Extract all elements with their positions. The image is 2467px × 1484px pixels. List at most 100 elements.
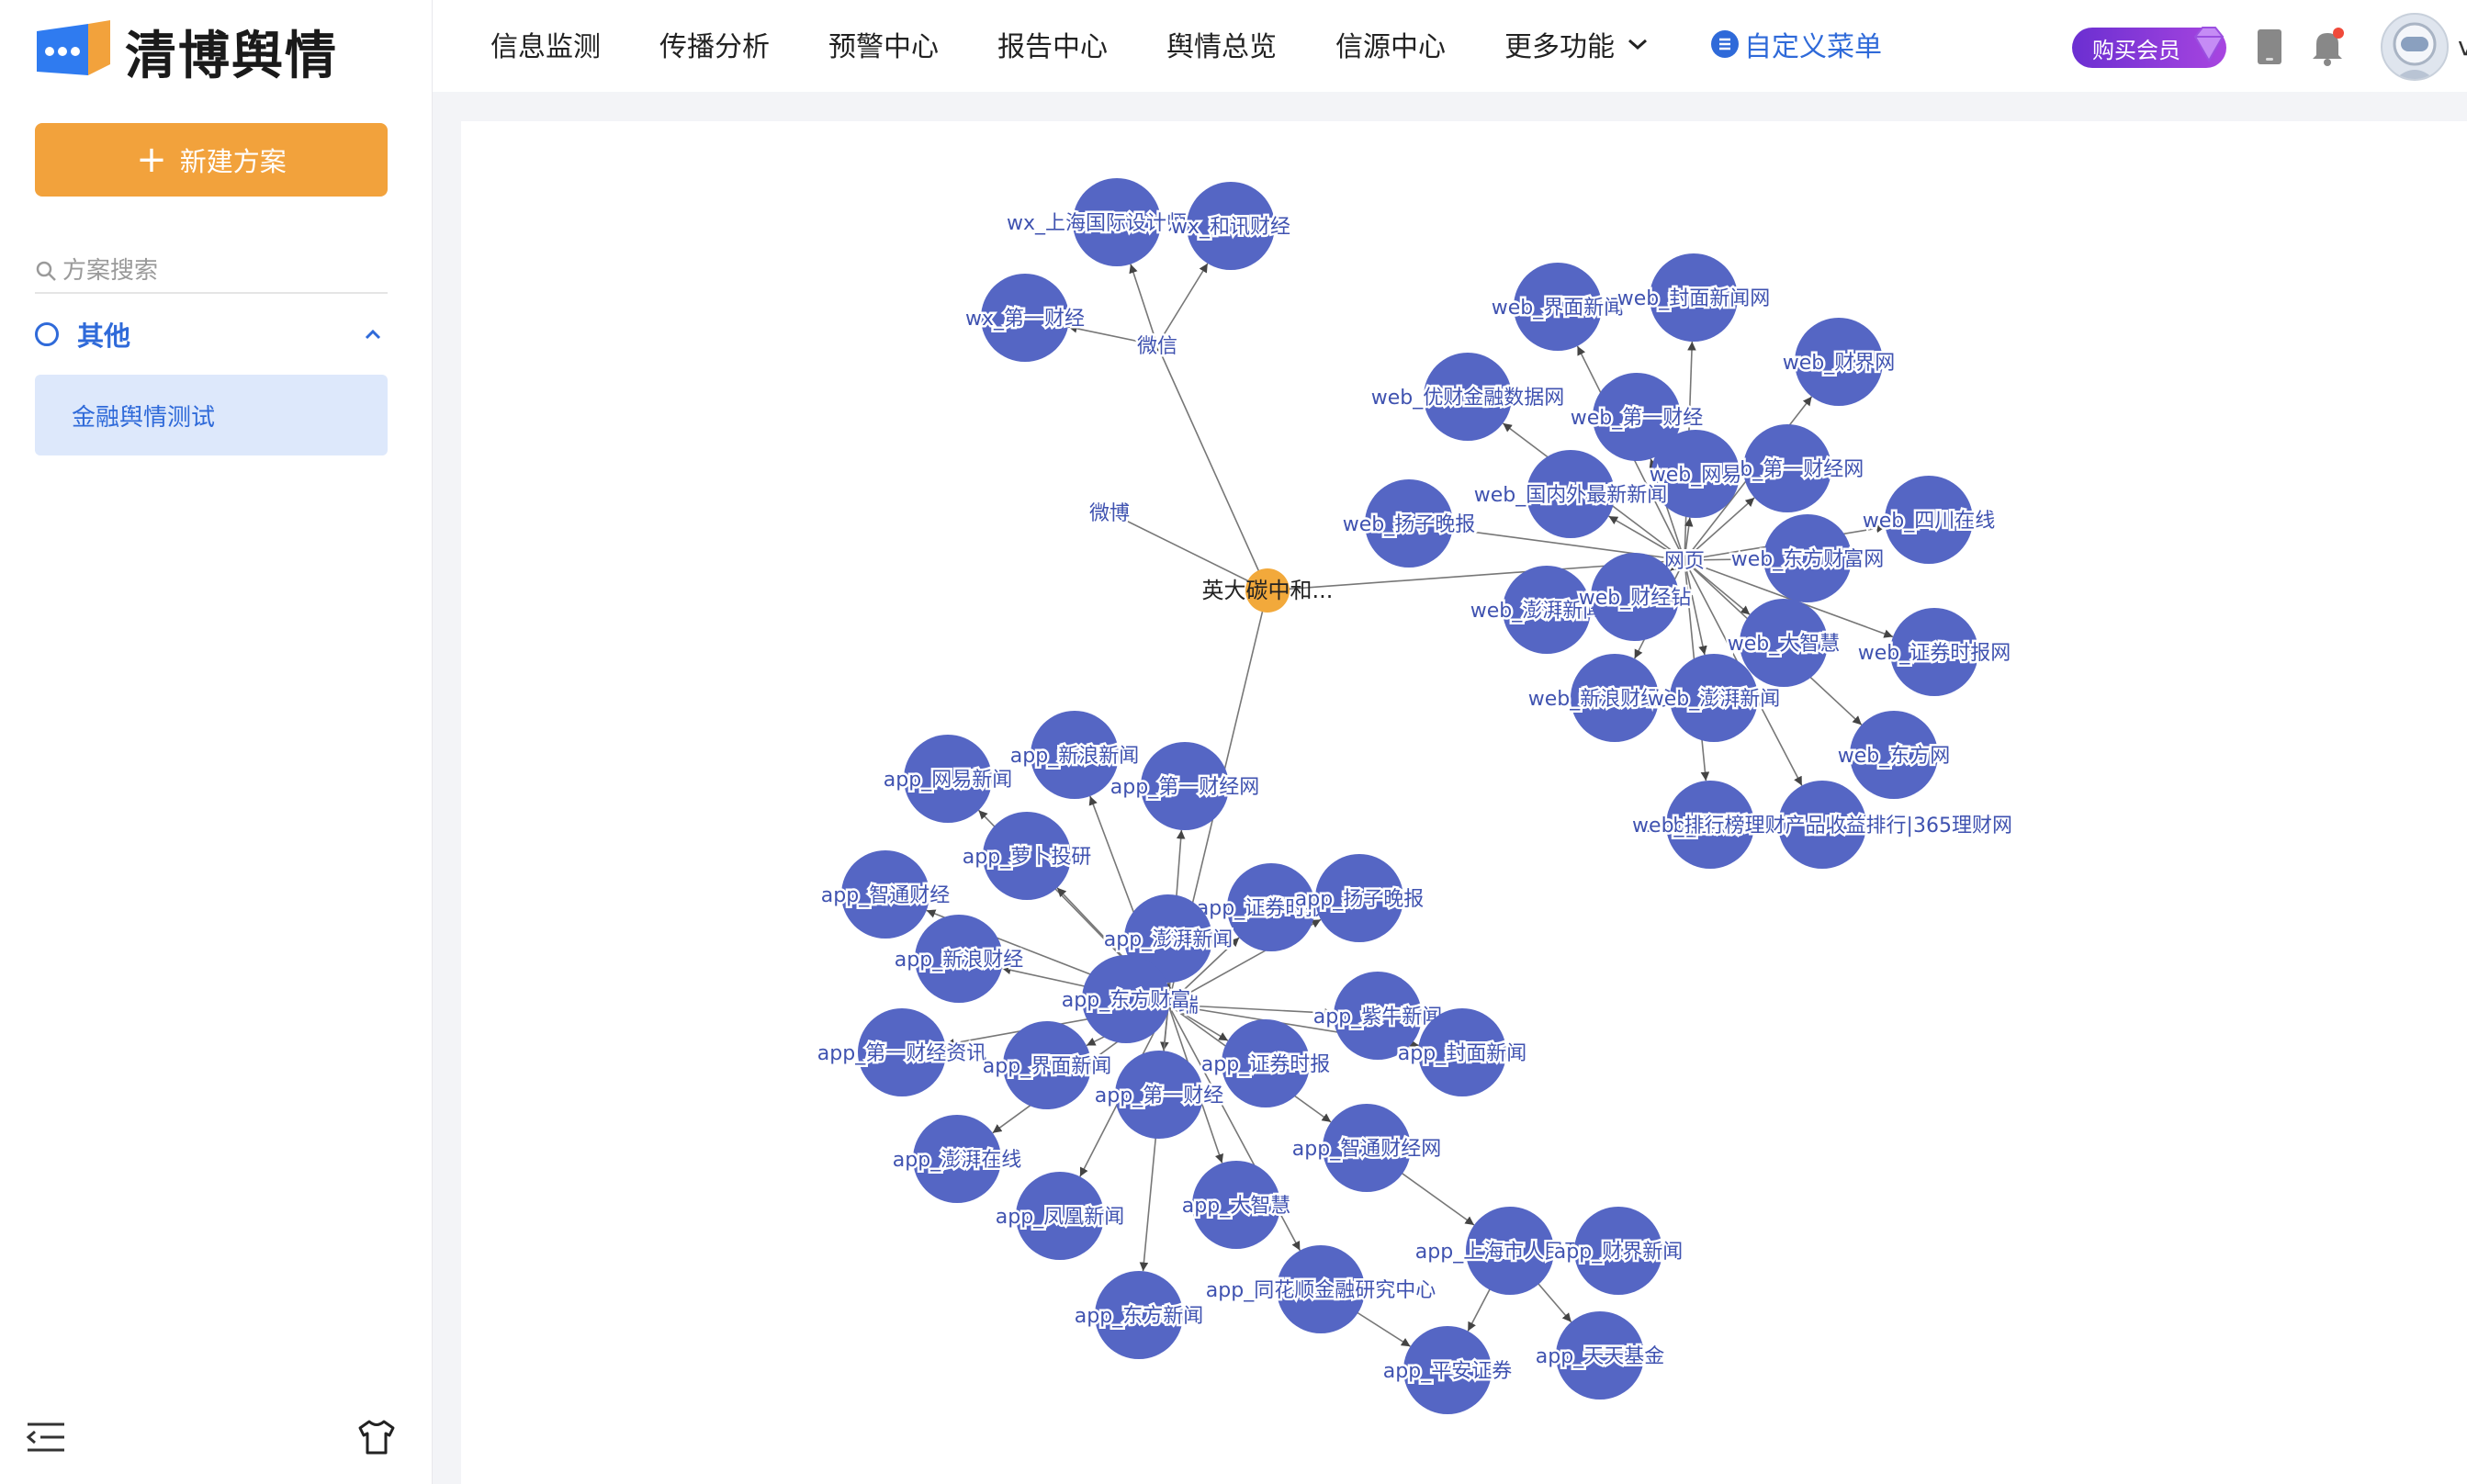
node-label: app_新浪新闻 [1010, 745, 1139, 768]
bell-icon[interactable] [2309, 26, 2346, 66]
nav-report-center[interactable]: 报告中心 [997, 24, 1108, 64]
username[interactable]: v [2458, 31, 2467, 62]
graph-node-w15[interactable]: web_证券时报网 [1855, 608, 2013, 696]
group-header-other[interactable]: 其他 [35, 312, 388, 356]
group-label: 其他 [77, 320, 131, 352]
node-label: app_证券时报 [1201, 1053, 1330, 1076]
graph-node-w11[interactable]: web_东方财富网 [1729, 514, 1887, 602]
nav-more-label: 更多功能 [1504, 31, 1615, 63]
new-plan-button[interactable]: + 新建方案 [35, 123, 388, 197]
graph-edge [1129, 264, 1158, 346]
nav-source-center[interactable]: 信源中心 [1335, 24, 1446, 64]
graph-node-a13[interactable]: app_第一财经资讯 [815, 1008, 989, 1096]
brand-logo[interactable]: 清博舆情 [33, 15, 338, 88]
node-label: app_扬子晚报 [1295, 888, 1424, 911]
node-label: app_平安证券 [1383, 1360, 1512, 1383]
graph-node-a24[interactable]: app_东方新闻 [1072, 1271, 1206, 1359]
graph-node-w4[interactable]: web_优财金融数据网 [1369, 353, 1567, 441]
custom-menu-label: 自定义菜单 [1744, 31, 1882, 63]
diamond-icon [2193, 27, 2225, 63]
node-label: web_封面新闻网 [1617, 287, 1771, 310]
graph-edge [1156, 263, 1209, 346]
sidebar: 清博舆情 + 新建方案 其他 金融舆情测试 [0, 0, 433, 1484]
node-label: app_萝卜投研 [963, 846, 1091, 869]
graph-node-wx2[interactable]: wx_和讯财经 [1168, 182, 1293, 270]
graph-node-a25[interactable]: app_平安证券 [1380, 1326, 1515, 1414]
node-label: app_澎湃新闻 [1104, 928, 1233, 951]
graph-node-weixin[interactable]: 微信 [1134, 333, 1179, 361]
node-label: app_第一财经 [1095, 1085, 1223, 1107]
node-label: app_紫牛新闻 [1313, 1006, 1442, 1029]
nav-overview[interactable]: 舆情总览 [1166, 24, 1277, 64]
graph-node-a23[interactable]: app_同花顺金融研究中心 [1203, 1245, 1438, 1333]
node-label: app_澎湃在线 [893, 1149, 1021, 1172]
plan-search-input[interactable] [62, 257, 375, 285]
graph-node-w3[interactable]: web_财界网 [1780, 318, 1898, 406]
nav-custom-menu[interactable]: 自定义菜单 [1711, 24, 1882, 64]
graph-edge [1156, 344, 1268, 591]
node-label: app_新浪财经 [895, 949, 1023, 972]
graph-node-a19[interactable]: app_凤凰新闻 [993, 1172, 1127, 1260]
logo-icon [33, 18, 116, 84]
nav-propagation-analysis[interactable]: 传播分析 [659, 24, 770, 64]
plan-item[interactable]: 金融舆情测试 [35, 375, 388, 455]
node-label: web_国内外最新新闻 [1474, 484, 1668, 507]
node-label: app_凤凰新闻 [996, 1206, 1124, 1229]
graph-node-root[interactable]: 英大碳中和... [1202, 568, 1334, 613]
graph-node-a22[interactable]: app_财界新闻 [1551, 1207, 1685, 1295]
search-icon [36, 261, 56, 281]
graph-node-a20[interactable]: app_大智慧 [1179, 1161, 1293, 1249]
graph-node-a7[interactable]: app_扬子晚报 [1292, 854, 1426, 942]
node-label: app_东方财富 [1062, 989, 1190, 1012]
content-panel: 英大碳中和...微信微博网页客户端wx_上海国际设计师平台wx_和讯财经wx_第… [461, 121, 2467, 1484]
node-label: web_东方财富网 [1731, 548, 1885, 571]
node-label: app_界面新闻 [983, 1055, 1111, 1078]
circle-icon [35, 322, 59, 346]
node-label: app_智通财经网 [1292, 1138, 1441, 1161]
node-label: web_澎湃新闻 [1648, 688, 1781, 711]
graph-node-a18[interactable]: app_澎湃在线 [890, 1115, 1024, 1203]
chevron-up-icon [365, 329, 381, 340]
node-label: 微信 [1137, 335, 1177, 358]
astronaut-icon [2393, 22, 2437, 79]
graph-node-weibo[interactable]: 微博 [1087, 500, 1132, 528]
graph-node-w18[interactable]: web_东方网 [1835, 711, 1953, 799]
node-label: app_封面新闻 [1398, 1042, 1526, 1065]
node-label: app_智通财经 [821, 884, 950, 907]
node-label: app_大智慧 [1182, 1195, 1290, 1218]
node-label: 网页 [1664, 550, 1705, 573]
node-label: web_东方网 [1838, 745, 1951, 768]
graph-node-w9[interactable]: web_扬子晚报 [1340, 479, 1478, 568]
node-label: app_东方新闻 [1075, 1305, 1203, 1328]
avatar[interactable] [2381, 13, 2449, 81]
node-label: web_界面新闻 [1492, 297, 1625, 320]
collapse-menu-icon[interactable] [26, 1419, 66, 1456]
graph-node-web[interactable]: 网页 [1662, 548, 1707, 576]
graph-node-a4[interactable]: app_萝卜投研 [960, 812, 1094, 900]
mobile-icon[interactable] [2256, 28, 2283, 66]
graph-node-a17[interactable]: app_智通财经网 [1290, 1104, 1444, 1192]
node-label: wx_第一财经 [965, 308, 1085, 331]
node-label: web_证券时报网 [1858, 642, 2011, 665]
node-label: app_第一财经资讯 [817, 1042, 986, 1065]
node-label: web_财界网 [1783, 352, 1896, 375]
node-label: web_大智慧 [1728, 633, 1841, 656]
propagation-graph[interactable]: 英大碳中和...微信微博网页客户端wx_上海国际设计师平台wx_和讯财经wx_第… [461, 121, 2467, 1484]
node-label: app_财界新闻 [1554, 1241, 1683, 1264]
graph-node-a26[interactable]: app_天天基金 [1533, 1311, 1667, 1400]
graph-node-w1[interactable]: web_界面新闻 [1489, 263, 1627, 351]
nav-more-features[interactable]: 更多功能 [1504, 24, 1651, 64]
node-label: web_四川在线 [1863, 510, 1996, 533]
node-label: app_天天基金 [1536, 1345, 1664, 1368]
nav-info-monitor[interactable]: 信息监测 [490, 24, 601, 64]
chevron-down-icon [1628, 39, 1647, 51]
graph-node-w2[interactable]: web_封面新闻网 [1615, 253, 1773, 342]
node-label: 微博 [1089, 502, 1130, 525]
graph-node-wx3[interactable]: wx_第一财经 [963, 274, 1087, 362]
graph-node-a1[interactable]: app_网易新闻 [881, 735, 1015, 823]
nav-alert-center[interactable]: 预警中心 [828, 24, 939, 64]
skin-theme-icon[interactable] [356, 1419, 397, 1456]
node-label: web_排行榜理财产品收益排行|365理财网 [1632, 815, 2012, 838]
plan-search [35, 250, 388, 294]
node-label: app_同花顺金融研究中心 [1206, 1279, 1436, 1302]
